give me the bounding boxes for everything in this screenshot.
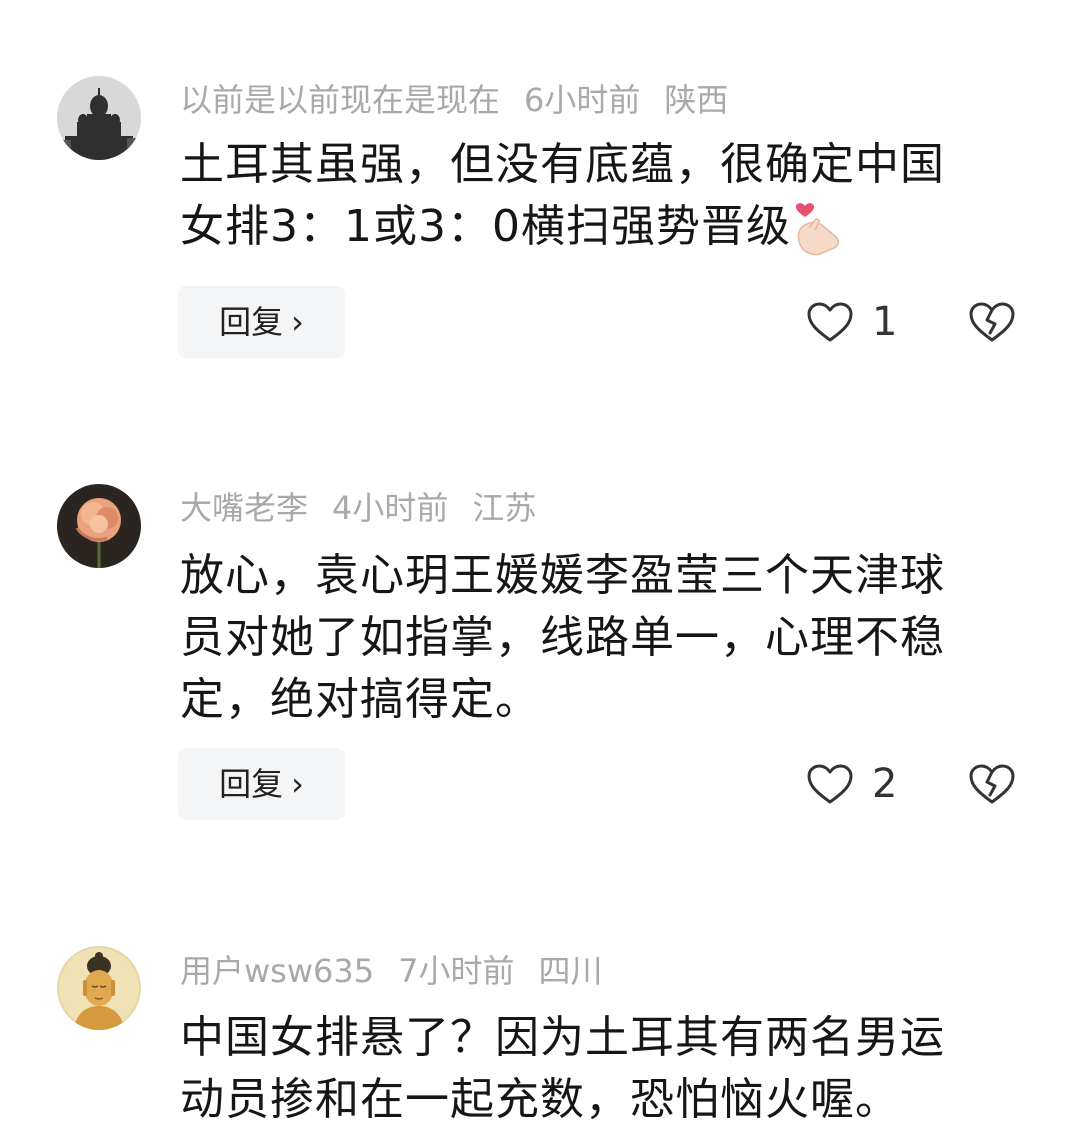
cathedral-avatar-image <box>57 76 141 160</box>
broken-heart-icon <box>969 764 1015 804</box>
timestamp: 6小时前 <box>524 81 641 119</box>
chevron-right-icon: › <box>291 303 304 341</box>
comment-text: 放心，袁心玥王媛媛李盈莹三个天津球 员对她了如指掌，线路单一，心理不稳 定，绝对… <box>180 545 1020 731</box>
buddha-avatar-image <box>57 946 141 1030</box>
comment-meta: 大嘴老李 4小时前 江苏 <box>180 488 560 528</box>
avatar[interactable] <box>57 484 141 568</box>
broken-heart-icon <box>969 302 1015 342</box>
comment-meta: 以前是以前现在是现在 6小时前 陕西 <box>180 80 752 120</box>
like-button[interactable]: 2 <box>806 748 897 820</box>
dislike-button[interactable] <box>968 286 1016 358</box>
timestamp: 4小时前 <box>332 489 449 527</box>
finger-heart-emoji-icon <box>791 198 843 260</box>
comment-text-line: 放心，袁心玥王媛媛李盈莹三个天津球 <box>180 550 945 601</box>
username[interactable]: 大嘴老李 <box>180 489 308 527</box>
heart-outline-icon <box>807 302 853 342</box>
like-count: 1 <box>872 299 898 345</box>
comment-text-line: 中国女排悬了？因为土耳其有两名男运 <box>180 1012 945 1063</box>
comment-text-line: 女排3：1或3：0横扫强势晋级 <box>180 201 791 252</box>
avatar[interactable] <box>57 76 141 160</box>
location: 陕西 <box>664 81 729 119</box>
comment-text: 土耳其虽强，但没有底蕴，很确定中国 女排3：1或3：0横扫强势晋级 <box>180 134 1020 260</box>
username[interactable]: 以前是以前现在是现在 <box>180 81 500 119</box>
chevron-right-icon: › <box>291 765 304 803</box>
heart-outline-icon <box>807 764 853 804</box>
comment-text-line: 土耳其虽强，但没有底蕴，很确定中国 <box>180 139 945 190</box>
like-count: 2 <box>872 761 898 807</box>
location: 江苏 <box>472 489 537 527</box>
reply-label: 回复 <box>219 765 284 803</box>
location: 四川 <box>538 952 603 990</box>
avatar[interactable] <box>57 946 141 1030</box>
comment-text-line: 定，绝对搞得定。 <box>180 674 540 725</box>
comment-text-line: 员对她了如指掌，线路单一，心理不稳 <box>180 612 945 663</box>
timestamp: 7小时前 <box>398 952 515 990</box>
username[interactable]: 用户wsw635 <box>180 952 374 990</box>
reply-button[interactable]: 回复 › <box>178 286 345 358</box>
reply-button[interactable]: 回复 › <box>178 748 345 820</box>
reply-label: 回复 <box>219 303 284 341</box>
comment-meta: 用户wsw635 7小时前 四川 <box>180 951 627 991</box>
comment-text: 中国女排悬了？因为土耳其有两名男运 动员掺和在一起充数，恐怕恼火喔。 <box>180 1007 1020 1131</box>
comment-text-line-with-emoji: 女排3：1或3：0横扫强势晋级 <box>180 196 1020 260</box>
dislike-button[interactable] <box>968 748 1016 820</box>
rose-avatar-image <box>57 484 141 568</box>
like-button[interactable]: 1 <box>806 286 897 358</box>
comment-text-line: 动员掺和在一起充数，恐怕恼火喔。 <box>180 1074 900 1125</box>
